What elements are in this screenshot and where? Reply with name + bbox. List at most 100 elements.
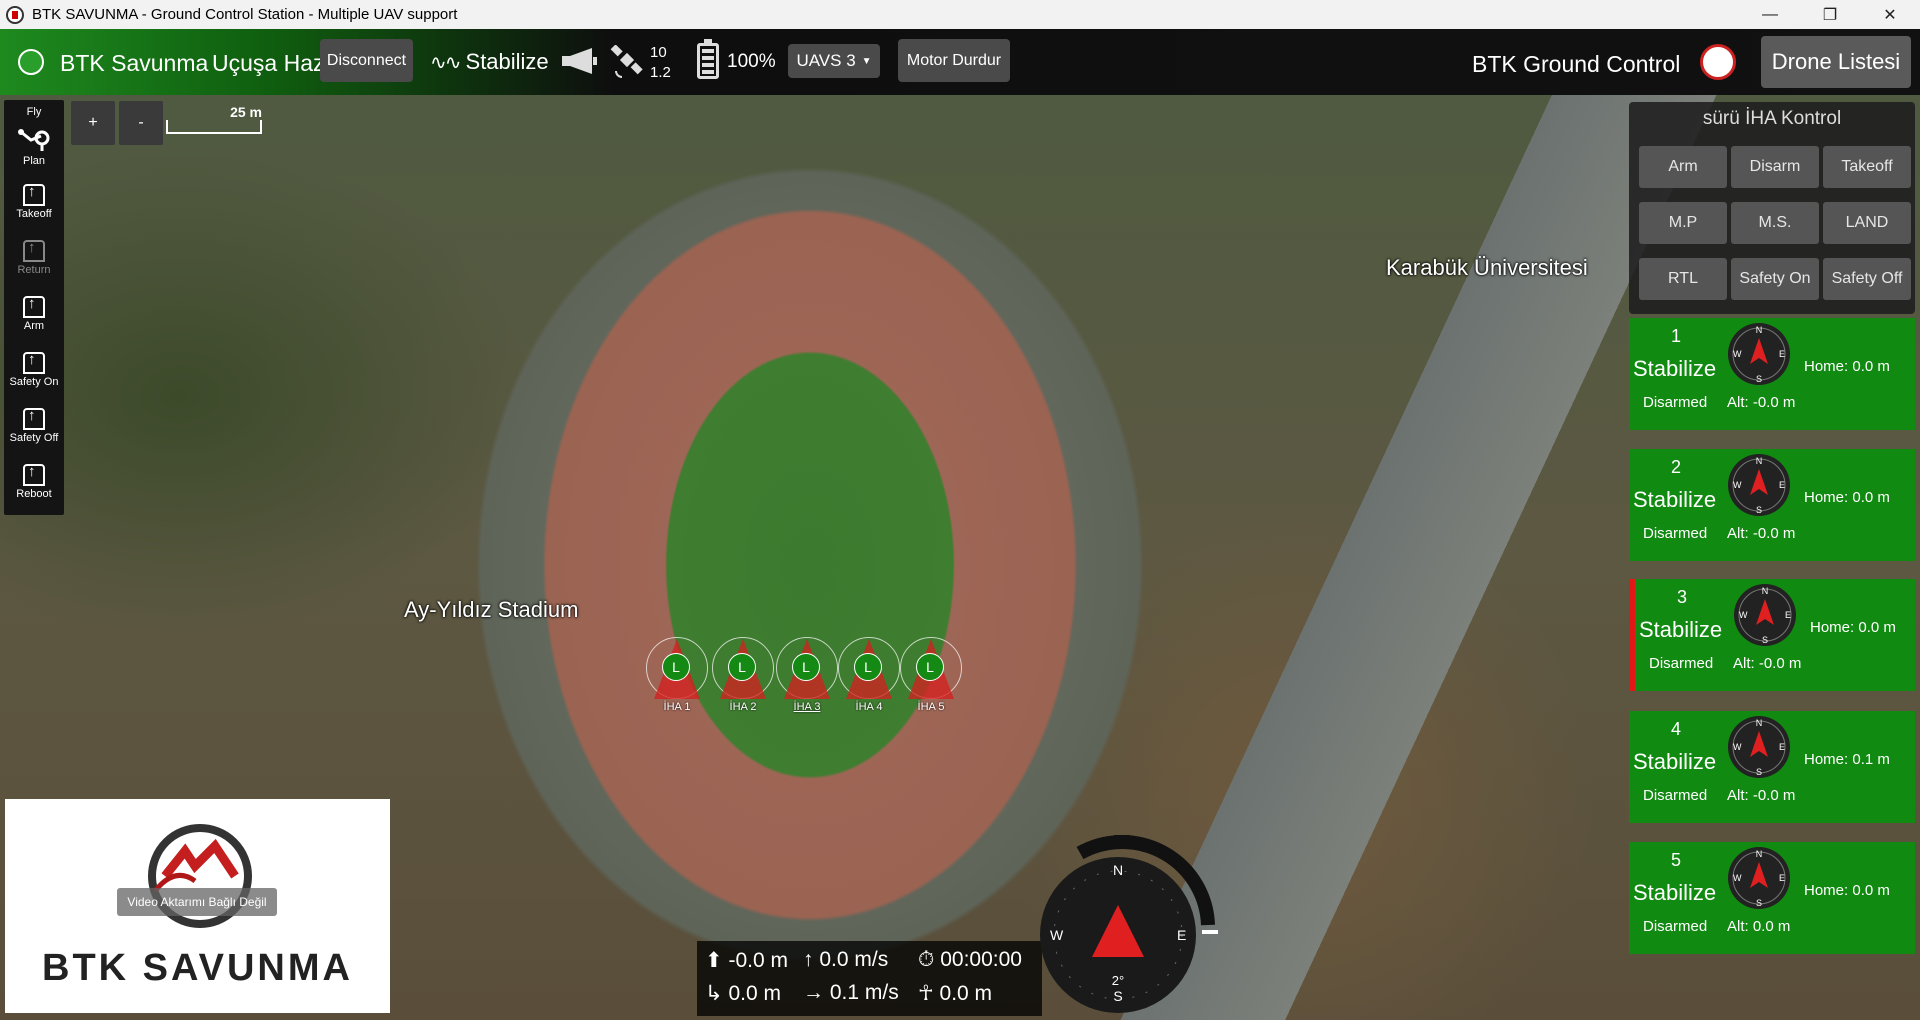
tool-plan-label: Plan bbox=[22, 155, 46, 167]
arm-icon bbox=[23, 295, 45, 318]
satellite-count: 10 bbox=[650, 44, 667, 61]
heading-value: 2° bbox=[1112, 973, 1124, 988]
drone-home-distance: Home: 0.0 m bbox=[1810, 619, 1896, 636]
svg-text:E: E bbox=[1779, 742, 1785, 752]
swarm-mp-button[interactable]: M.P bbox=[1639, 202, 1727, 244]
flight-mode-selector[interactable]: ∿∿ Stabilize bbox=[430, 49, 549, 75]
uav-marker-label: İHA 5 bbox=[917, 701, 945, 713]
ground-speed-readout: → 0.1 m/s bbox=[803, 981, 899, 1005]
uav-marker-3[interactable]: L İHA 3 bbox=[776, 637, 840, 713]
svg-text:W: W bbox=[1733, 742, 1742, 752]
uav-selector-value: UAVS 3 bbox=[796, 51, 856, 70]
zoom-out-button[interactable]: - bbox=[119, 101, 163, 145]
app-logo-icon bbox=[6, 5, 24, 24]
map-label-university: Karabük Üniversitesi bbox=[1386, 255, 1588, 280]
tool-safety-on-label: Safety On bbox=[9, 376, 59, 388]
megaphone-icon[interactable] bbox=[560, 46, 598, 76]
ready-status: Uçuşa Hazır bbox=[212, 50, 320, 76]
svg-text:N: N bbox=[1762, 586, 1769, 596]
drone-card-4[interactable]: 4 Stabilize N S W E Home: 0.1 m Disarmed… bbox=[1629, 711, 1915, 823]
distance-home-value: 0.0 m bbox=[728, 982, 781, 1005]
tool-safety-on[interactable]: Safety On bbox=[4, 351, 64, 388]
swarm-rtl-button[interactable]: RTL bbox=[1639, 258, 1727, 300]
return-icon bbox=[23, 239, 45, 262]
video-feed-panel[interactable]: Video Aktarımı Bağlı Değil BTK SAVUNMA bbox=[5, 799, 390, 1013]
swarm-arm-button[interactable]: Arm bbox=[1639, 146, 1727, 188]
tool-takeoff[interactable]: Takeoff bbox=[4, 183, 64, 220]
tool-arm[interactable]: Arm bbox=[4, 295, 64, 332]
zoom-in-button[interactable]: + bbox=[71, 101, 115, 145]
drone-arm-state: Disarmed bbox=[1643, 787, 1708, 804]
drone-card-2[interactable]: 2 Stabilize N S W E Home: 0.0 m Disarmed… bbox=[1629, 449, 1915, 561]
tool-return-label: Return bbox=[17, 264, 51, 276]
uav-selector-dropdown[interactable]: UAVS 3 ▼ bbox=[788, 44, 880, 78]
tool-arm-label: Arm bbox=[23, 320, 45, 332]
svg-text:W: W bbox=[1733, 480, 1742, 490]
satellite-icon[interactable] bbox=[610, 45, 644, 79]
maximize-button[interactable]: ❐ bbox=[1800, 0, 1860, 29]
swarm-disarm-button[interactable]: Disarm bbox=[1731, 146, 1819, 188]
safety-on-icon bbox=[23, 351, 45, 374]
svg-text:N: N bbox=[1756, 849, 1763, 859]
uav-marker-1[interactable]: L İHA 1 bbox=[646, 637, 710, 713]
flight-time-value: 00:00:00 bbox=[940, 948, 1022, 971]
stopwatch-icon: ⏱ bbox=[918, 948, 935, 971]
compass-e: E bbox=[1177, 927, 1186, 943]
svg-text:S: S bbox=[1756, 505, 1762, 515]
swarm-ms-button[interactable]: M.S. bbox=[1731, 202, 1819, 244]
scale-bar bbox=[166, 120, 262, 134]
swarm-land-button[interactable]: LAND bbox=[1823, 202, 1911, 244]
drone-card-1[interactable]: 1 Stabilize N S W E Home: 0.0 m Disarmed… bbox=[1629, 318, 1915, 430]
close-button[interactable]: ✕ bbox=[1860, 0, 1920, 29]
swarm-panel-title: sürü İHA Kontrol bbox=[1702, 108, 1842, 129]
drone-mode: Stabilize bbox=[1633, 749, 1717, 774]
ground-control-title: BTK Ground Control bbox=[1472, 51, 1681, 77]
uav-marker-label: İHA 3 bbox=[793, 701, 821, 713]
tool-safety-off-label: Safety Off bbox=[9, 432, 59, 444]
pilot-icon: ☥ bbox=[918, 982, 934, 1005]
drone-mode: Stabilize bbox=[1639, 617, 1723, 642]
drone-home-distance: Home: 0.0 m bbox=[1804, 882, 1890, 899]
uav-marker-label: İHA 4 bbox=[855, 701, 883, 713]
drone-id: 2 bbox=[1671, 457, 1682, 477]
swarm-safety-on-button[interactable]: Safety On bbox=[1731, 258, 1819, 300]
btk-logo-icon bbox=[1700, 44, 1736, 80]
uav-marker-badge: L bbox=[854, 653, 882, 681]
uav-marker-2[interactable]: L İHA 2 bbox=[712, 637, 776, 713]
uav-marker-5[interactable]: L İHA 5 bbox=[900, 637, 964, 713]
return-arrow-icon: ↳ bbox=[705, 982, 723, 1005]
motor-stop-button[interactable]: Motor Durdur bbox=[898, 39, 1010, 82]
tool-safety-off[interactable]: Safety Off bbox=[4, 407, 64, 444]
tool-return[interactable]: Return bbox=[4, 239, 64, 276]
swarm-control-panel: sürü İHA Kontrol Arm Disarm Takeoff M.P … bbox=[1629, 102, 1915, 314]
uav-marker-badge: L bbox=[662, 653, 690, 681]
svg-text:E: E bbox=[1785, 610, 1791, 620]
tool-reboot[interactable]: Reboot bbox=[4, 463, 64, 500]
svg-text:E: E bbox=[1779, 349, 1785, 359]
svg-text:S: S bbox=[1756, 898, 1762, 908]
heading-compass: N S W E 2° bbox=[1040, 835, 1218, 1013]
compass-icon: N S W E bbox=[1728, 716, 1790, 778]
uav-marker-4[interactable]: L İHA 4 bbox=[838, 637, 902, 713]
minimize-button[interactable]: — bbox=[1740, 0, 1800, 29]
tool-strip: Fly Plan Takeoff Return Arm Safety On Sa… bbox=[4, 100, 64, 515]
uav-marker-label: İHA 1 bbox=[663, 701, 691, 713]
uav-marker-label: İHA 2 bbox=[729, 701, 757, 713]
drone-card-5[interactable]: 5 Stabilize N S W E Home: 0.0 m Disarmed… bbox=[1629, 842, 1915, 954]
svg-text:N: N bbox=[1756, 325, 1763, 335]
disconnect-button[interactable]: Disconnect bbox=[320, 39, 413, 82]
svg-text:S: S bbox=[1762, 635, 1768, 645]
drone-list-button[interactable]: Drone Listesi bbox=[1761, 36, 1911, 88]
tool-plan[interactable]: Plan bbox=[4, 126, 64, 167]
btk-wordmark: BTK SAVUNMA bbox=[42, 947, 353, 989]
swarm-takeoff-button[interactable]: Takeoff bbox=[1823, 146, 1911, 188]
tool-takeoff-label: Takeoff bbox=[16, 208, 52, 220]
swarm-safety-off-button[interactable]: Safety Off bbox=[1823, 258, 1911, 300]
tool-fly[interactable]: Fly bbox=[4, 106, 64, 118]
drone-altitude: Alt: -0.0 m bbox=[1727, 525, 1796, 542]
drone-mode: Stabilize bbox=[1633, 880, 1717, 905]
window-title: BTK SAVUNMA - Ground Control Station - M… bbox=[32, 6, 458, 23]
compass-icon: N S W E bbox=[1734, 584, 1796, 646]
drone-card-3-selected[interactable]: 3 Stabilize N S W E Home: 0.0 m Disarmed… bbox=[1629, 579, 1915, 691]
map-label-stadium: Ay-Yıldız Stadium bbox=[404, 597, 579, 622]
